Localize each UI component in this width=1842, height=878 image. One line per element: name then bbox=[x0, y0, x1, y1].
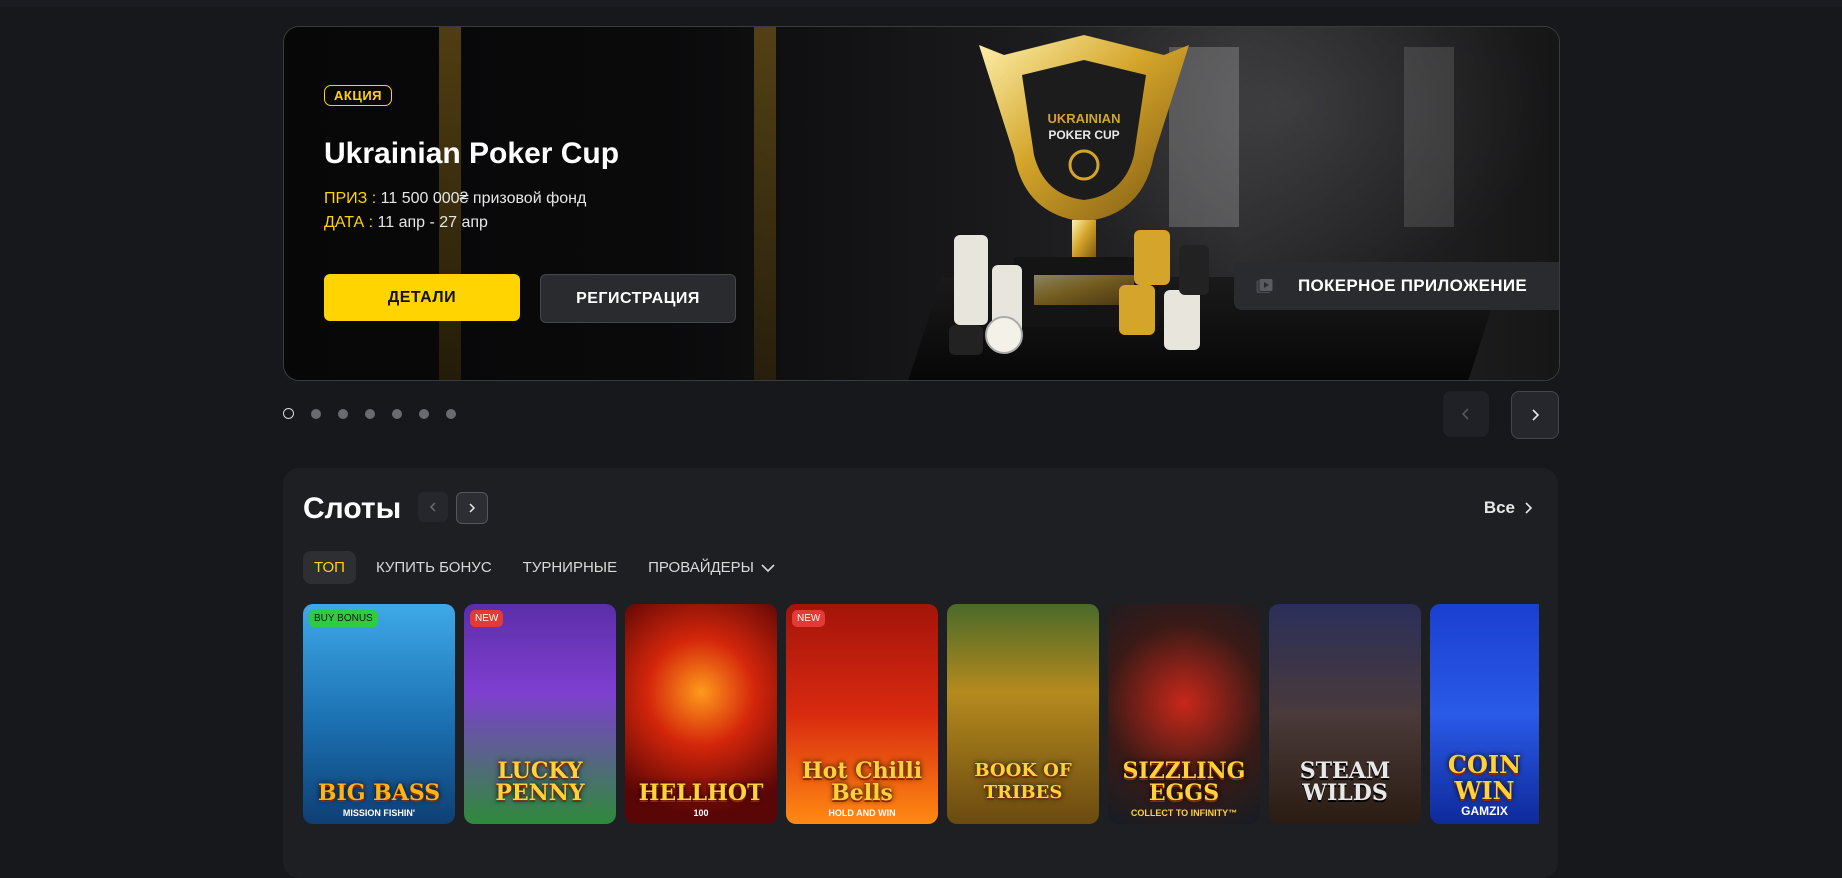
banner-title: Ukrainian Poker Cup bbox=[324, 137, 620, 170]
game-card[interactable]: BOOK OF TRIBES bbox=[947, 604, 1099, 824]
game-title: BOOK OF TRIBES bbox=[974, 760, 1072, 803]
chevron-right-icon bbox=[1525, 502, 1533, 514]
all-link-label: Все bbox=[1483, 498, 1515, 517]
promo-banner[interactable]: UKRAINIAN POKER CUP АКЦИЯ Ukrainian Poke… bbox=[283, 26, 1560, 381]
trophy-text-2: POKER CUP bbox=[1048, 128, 1119, 142]
slots-all-link[interactable]: Все bbox=[1484, 498, 1533, 518]
game-title: HELLHOT bbox=[638, 780, 764, 806]
game-title: COIN WIN bbox=[1447, 750, 1522, 805]
game-title: Hot Chilli Bells bbox=[801, 758, 923, 806]
slots-prev-button[interactable] bbox=[418, 492, 448, 522]
banner-window bbox=[1404, 47, 1454, 227]
banner-pillar bbox=[754, 27, 776, 380]
date-value: 11 апр - 27 апр bbox=[373, 214, 488, 231]
games-row: BUY BONUS BIG BASS MISSION FISHIN' NEW L… bbox=[303, 604, 1539, 824]
slots-tabs: ТОП КУПИТЬ БОНУС ТУРНИРНЫЕ ПРОВАЙДЕРЫ bbox=[303, 551, 796, 584]
game-subtitle: MISSION FISHIN' bbox=[342, 808, 416, 818]
game-card[interactable]: SIZZLING EGGS COLLECT TO INFINITY™ bbox=[1108, 604, 1260, 824]
game-card[interactable]: NEW LUCKY PENNY bbox=[464, 604, 616, 824]
game-card[interactable]: NEW Hot Chilli Bells HOLD AND WIN bbox=[786, 604, 938, 824]
carousel-dot[interactable] bbox=[283, 408, 294, 419]
game-card[interactable]: COIN WIN GAMZIX bbox=[1430, 604, 1539, 824]
carousel-dot[interactable] bbox=[365, 408, 375, 419]
banner-next-button[interactable] bbox=[1511, 391, 1559, 439]
chevron-left-icon bbox=[429, 502, 436, 512]
carousel-dot[interactable] bbox=[338, 408, 348, 419]
date-label: ДАТА : bbox=[324, 214, 374, 231]
top-header-strip bbox=[0, 0, 1842, 7]
chevron-right-icon bbox=[1532, 409, 1540, 421]
date-line: ДАТА : 11 апр - 27 апр bbox=[324, 214, 488, 232]
game-subtitle: GAMZIX bbox=[1461, 804, 1508, 818]
carousel-dot[interactable] bbox=[446, 408, 456, 419]
carousel-dot[interactable] bbox=[311, 408, 321, 419]
details-button[interactable]: ДЕТАЛИ bbox=[324, 274, 520, 321]
carousel-dot[interactable] bbox=[419, 408, 429, 419]
tab-providers[interactable]: ПРОВАЙДЕРЫ bbox=[637, 551, 787, 584]
game-title: LUCKY PENNY bbox=[495, 758, 585, 806]
poker-app-button[interactable]: ПОКЕРНОЕ ПРИЛОЖЕНИЕ bbox=[1234, 262, 1559, 310]
prize-value: 11 500 000₴ призовой фонд bbox=[376, 190, 587, 207]
slots-next-button[interactable] bbox=[456, 492, 488, 524]
new-badge: NEW bbox=[470, 610, 504, 627]
trophy-image: UKRAINIAN POKER CUP bbox=[949, 35, 1209, 355]
chevron-down-icon bbox=[761, 563, 775, 572]
register-button[interactable]: РЕГИСТРАЦИЯ bbox=[540, 274, 736, 323]
buy-bonus-badge: BUY BONUS bbox=[309, 610, 378, 627]
game-card[interactable]: STEAM WILDS bbox=[1269, 604, 1421, 824]
game-title: STEAM WILDS bbox=[1299, 758, 1391, 806]
game-subtitle: HOLD AND WIN bbox=[828, 808, 896, 818]
chevron-right-icon bbox=[469, 503, 476, 513]
game-card[interactable]: BUY BONUS BIG BASS MISSION FISHIN' bbox=[303, 604, 455, 824]
game-title: BIG BASS bbox=[317, 780, 441, 806]
tab-top[interactable]: ТОП bbox=[303, 551, 356, 584]
prize-label: ПРИЗ : bbox=[324, 190, 377, 207]
game-title: SIZZLING EGGS bbox=[1122, 758, 1246, 806]
providers-label: ПРОВАЙДЕРЫ bbox=[648, 559, 754, 576]
prize-line: ПРИЗ : 11 500 000₴ призовой фонд bbox=[324, 190, 586, 208]
new-badge: NEW bbox=[792, 610, 826, 627]
poker-app-label: ПОКЕРНОЕ ПРИЛОЖЕНИЕ bbox=[1298, 276, 1527, 295]
trophy-text-1: UKRAINIAN bbox=[1048, 111, 1121, 126]
chevron-left-icon bbox=[1461, 408, 1469, 420]
poker-app-icon bbox=[1256, 278, 1274, 293]
tab-buy-bonus[interactable]: КУПИТЬ БОНУС bbox=[365, 551, 503, 584]
tab-tournament[interactable]: ТУРНИРНЫЕ bbox=[512, 551, 628, 584]
game-subtitle: 100 bbox=[693, 808, 709, 818]
promo-tag: АКЦИЯ bbox=[324, 85, 393, 106]
slots-section: Слоты Все ТОП КУПИТЬ БОНУС ТУРНИРНЫЕ ПРО… bbox=[283, 468, 1558, 878]
carousel-pagination bbox=[283, 408, 456, 419]
banner-prev-button[interactable] bbox=[1443, 391, 1489, 437]
game-card[interactable]: HELLHOT 100 bbox=[625, 604, 777, 824]
game-subtitle: COLLECT TO INFINITY™ bbox=[1130, 808, 1238, 818]
slots-title: Слоты bbox=[303, 492, 402, 525]
carousel-dot[interactable] bbox=[392, 408, 402, 419]
